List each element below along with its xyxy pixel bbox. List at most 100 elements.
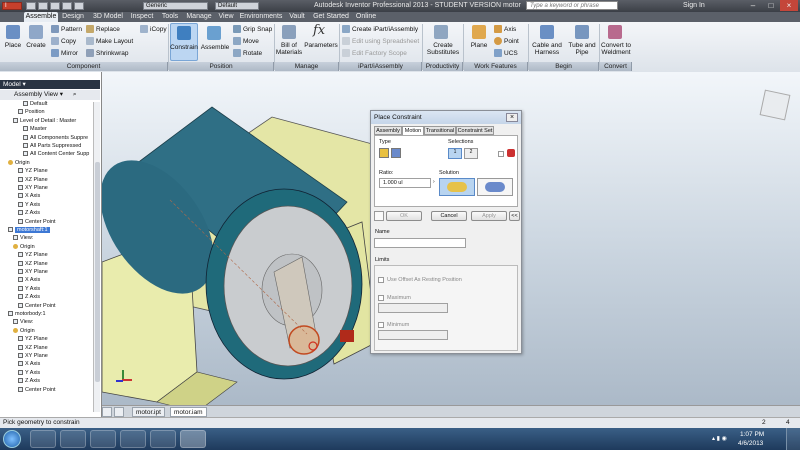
tab-tools[interactable]: Tools	[158, 12, 182, 22]
undo-icon[interactable]	[62, 2, 72, 10]
search-input[interactable]: Type a keyword or phrase	[526, 1, 618, 10]
tree-item[interactable]: X Axis	[18, 193, 40, 200]
more-button[interactable]: <<	[509, 211, 520, 221]
firefox-icon[interactable]	[90, 430, 116, 448]
tree-item[interactable]: X Axis	[18, 277, 40, 284]
tab-assembly[interactable]: Assembly	[374, 126, 402, 135]
tree-item[interactable]: YZ Plane	[18, 168, 48, 175]
pattern-button[interactable]: Pattern	[61, 26, 82, 33]
use-offset-checkbox[interactable]	[378, 277, 384, 283]
media-player-icon[interactable]	[60, 430, 86, 448]
tree-item[interactable]: motorshaft:1	[8, 227, 50, 234]
doc-tab-motor-ipt[interactable]: motor.ipt	[132, 407, 165, 417]
tree-item[interactable]: XZ Plane	[18, 260, 48, 268]
tree-item[interactable]: View:	[13, 235, 33, 242]
create-ipart-button[interactable]: Create iPart/iAssembly	[352, 26, 418, 33]
bill-of-materials-button[interactable]: Bill of Materials	[275, 42, 303, 56]
new-icon[interactable]	[26, 2, 36, 10]
rotation-translation-type-icon[interactable]	[391, 148, 401, 158]
style-dropdown[interactable]: Generic	[143, 2, 208, 10]
maximum-checkbox[interactable]	[378, 295, 384, 301]
name-input[interactable]	[374, 238, 466, 248]
tree-item[interactable]: Origin	[13, 243, 35, 251]
create-substitutes-button[interactable]: Create Substitutes	[423, 42, 463, 56]
tab-design[interactable]: Design	[60, 12, 86, 22]
ratio-arrow-icon[interactable]: ›	[433, 179, 435, 185]
browser-scrollbar[interactable]	[93, 102, 100, 412]
edit-factory-button[interactable]: Edit Factory Scope	[352, 50, 407, 57]
plane-button[interactable]: Plane	[466, 42, 492, 49]
ok-button[interactable]: OK	[386, 211, 422, 221]
tree-item[interactable]: XZ Plane	[18, 344, 48, 352]
tree-item[interactable]: Center Point	[18, 302, 56, 310]
replace-button[interactable]: Replace	[96, 26, 120, 33]
inventor-taskbar-icon[interactable]	[180, 430, 206, 448]
convert-weldment-button[interactable]: Convert to Weldment	[600, 42, 632, 56]
tree-item[interactable]: Center Point	[18, 218, 56, 226]
ucs-button[interactable]: UCS	[504, 50, 518, 57]
sign-in-link[interactable]: Sign In	[683, 2, 705, 9]
tab-online[interactable]: Online	[354, 12, 378, 22]
icopy-button[interactable]: iCopy	[150, 26, 167, 33]
close-icon[interactable]: ×	[780, 0, 798, 11]
tree-item[interactable]: Y Axis	[18, 285, 40, 293]
tree-item[interactable]: All Content Center Supp	[23, 151, 89, 158]
maximize-icon[interactable]: □	[762, 0, 780, 11]
tree-item[interactable]: Origin	[8, 159, 30, 167]
selection-1-button[interactable]: 1	[448, 148, 462, 159]
tree-item[interactable]: All Components Suppre	[23, 134, 88, 142]
tab-assemble[interactable]: Assemble	[24, 12, 58, 22]
minimum-input[interactable]	[378, 330, 448, 340]
open-icon[interactable]	[38, 2, 48, 10]
tree-item[interactable]: Default	[23, 101, 47, 108]
binoculars-icon[interactable]: ⌕	[73, 91, 77, 98]
minimum-checkbox[interactable]	[378, 322, 384, 328]
tree-item[interactable]: Origin	[13, 327, 35, 335]
place-button[interactable]: Place	[2, 42, 24, 49]
tab-transitional[interactable]: Transitional	[424, 126, 456, 135]
apply-button[interactable]: Apply	[471, 211, 507, 221]
make-layout-button[interactable]: Make Layout	[96, 38, 133, 45]
shrinkwrap-button[interactable]: Shrinkwrap	[96, 50, 129, 57]
assembly-view-dropdown[interactable]: Assembly View ▾ ⌕	[0, 90, 100, 100]
tree-item[interactable]: X Axis	[18, 361, 40, 368]
cable-harness-button[interactable]: Cable and Harness	[529, 42, 565, 56]
copy-button[interactable]: Copy	[61, 38, 76, 45]
tab-environments[interactable]: Environments	[238, 12, 284, 22]
rotate-button[interactable]: Rotate	[243, 50, 262, 57]
tree-item[interactable]: motorbody:1	[8, 311, 46, 318]
maximum-input[interactable]	[378, 303, 448, 313]
tab-vault[interactable]: Vault	[286, 12, 308, 22]
tree-item[interactable]: YZ Plane	[18, 252, 48, 259]
save-icon[interactable]	[50, 2, 60, 10]
limits-tab[interactable]: Limits	[375, 257, 389, 263]
cancel-button[interactable]: Cancel	[431, 211, 467, 221]
point-button[interactable]: Point	[504, 38, 519, 45]
tab-inspect[interactable]: Inspect	[128, 12, 156, 22]
tab-manage[interactable]: Manage	[184, 12, 214, 22]
selection-2-button[interactable]: 2	[464, 148, 478, 159]
mirror-button[interactable]: Mirror	[61, 50, 78, 57]
axis-button[interactable]: Axis	[504, 26, 516, 33]
pick-part-first-checkbox[interactable]	[498, 151, 504, 157]
ratio-input[interactable]: 1.000 ul	[379, 178, 431, 188]
tab-3d-model[interactable]: 3D Model	[90, 12, 126, 22]
tree-item[interactable]: Z Axis	[18, 294, 40, 301]
browser-header[interactable]: Model ▾	[0, 80, 100, 89]
tree-item[interactable]: XY Plane	[18, 269, 48, 276]
move-button[interactable]: Move	[243, 38, 259, 45]
parameters-button[interactable]: Parameters	[303, 42, 339, 49]
tree-item[interactable]: XY Plane	[18, 185, 48, 192]
tab-motion[interactable]: Motion	[402, 126, 424, 135]
doc-tab-motor-iam[interactable]: motor.iam	[170, 407, 207, 417]
tab-list-icon[interactable]	[102, 407, 112, 417]
internet-explorer-icon[interactable]	[150, 430, 176, 448]
chrome-icon[interactable]	[120, 430, 146, 448]
grip-snap-button[interactable]: Grip Snap	[243, 26, 272, 33]
tab-tile-icon[interactable]	[114, 407, 124, 417]
app-menu-button[interactable]: I	[2, 2, 22, 10]
tree-item[interactable]: XY Plane	[18, 353, 48, 360]
tree-item[interactable]: Level of Detail : Master	[13, 117, 76, 125]
tab-get-started[interactable]: Get Started	[310, 12, 352, 22]
tree-item[interactable]: Z Axis	[18, 378, 40, 385]
